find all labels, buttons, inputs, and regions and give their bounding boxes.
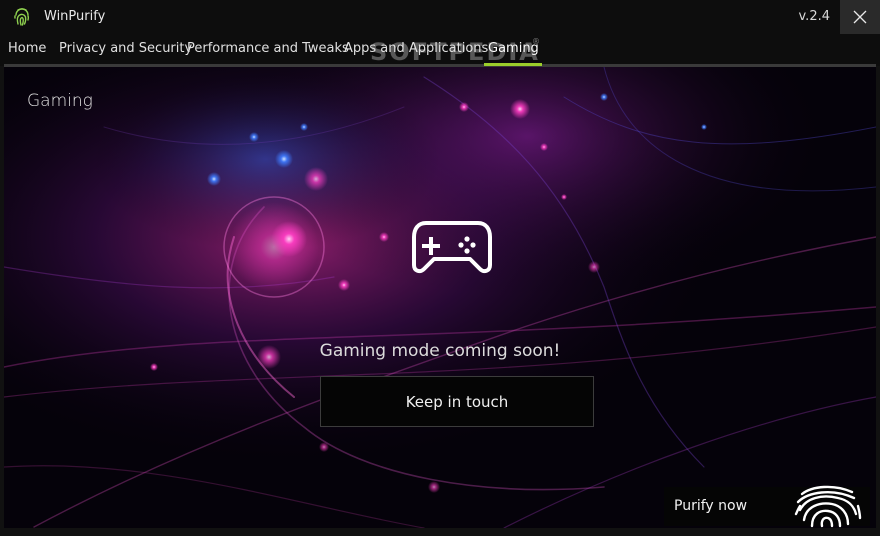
main-nav: Home Privacy and Security Performance an… (0, 34, 880, 66)
gamepad-icon (412, 221, 492, 274)
watermark-registered-mark: ® (532, 37, 540, 46)
keep-in-touch-label: Keep in touch (405, 392, 509, 411)
purify-now-label: Purify now (674, 498, 748, 514)
section-title: Gaming (27, 91, 93, 111)
close-icon (853, 10, 867, 24)
tab-apps-and-applications[interactable]: Apps and Applications (344, 41, 488, 66)
fractal-background-image (4, 67, 876, 528)
app-logo-icon (14, 8, 30, 26)
gaming-panel: Gaming Gaming mode coming soon! Keep in … (4, 67, 876, 528)
tab-privacy-and-security[interactable]: Privacy and Security (59, 41, 192, 66)
window-border-right (876, 66, 880, 528)
active-tab-indicator (484, 63, 542, 66)
keep-in-touch-button[interactable]: Keep in touch (320, 376, 594, 427)
coming-soon-message: Gaming mode coming soon! (319, 341, 561, 361)
version-label: v.2.4 (798, 9, 831, 24)
app-title: WinPurify (44, 9, 106, 24)
fingerprint-icon (794, 485, 862, 528)
purify-now-button[interactable]: Purify now (664, 485, 870, 528)
window-border-bottom (0, 528, 880, 536)
tab-performance-and-tweaks[interactable]: Performance and Tweaks (187, 41, 349, 66)
tab-home[interactable]: Home (8, 41, 46, 66)
title-bar: WinPurify v.2.4 (0, 0, 880, 34)
close-button[interactable] (840, 0, 880, 34)
